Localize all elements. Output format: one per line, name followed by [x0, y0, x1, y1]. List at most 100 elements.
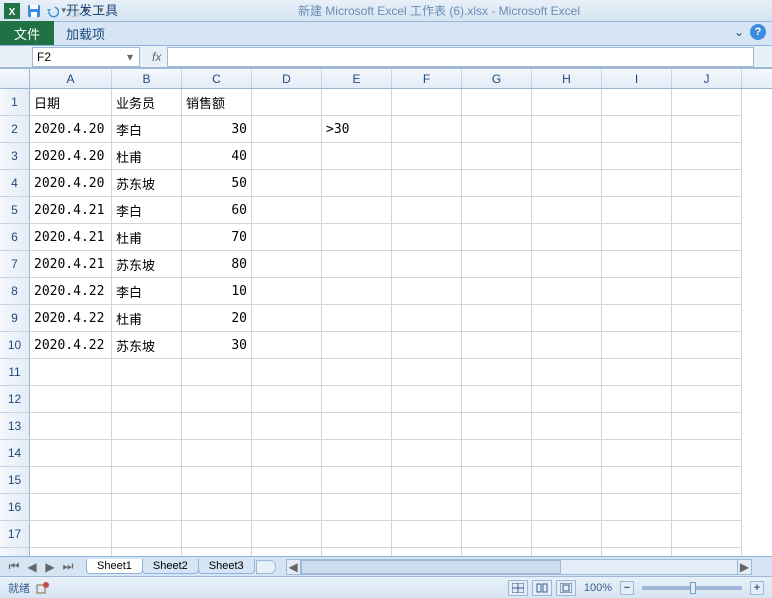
cell-E7[interactable] — [322, 251, 392, 278]
ribbon-tab-7[interactable]: 开发工具 — [54, 0, 130, 21]
cell-F8[interactable] — [392, 278, 462, 305]
cell-A9[interactable]: 2020.4.22 — [30, 305, 112, 332]
help-icon[interactable]: ? — [750, 24, 766, 40]
cell-J17[interactable] — [672, 521, 742, 548]
name-box[interactable]: F2 ▾ — [32, 47, 140, 67]
cell-G15[interactable] — [462, 467, 532, 494]
cell-G10[interactable] — [462, 332, 532, 359]
cell-C4[interactable]: 50 — [182, 170, 252, 197]
cell-E6[interactable] — [322, 224, 392, 251]
cell-I14[interactable] — [602, 440, 672, 467]
cell-I18[interactable] — [602, 548, 672, 556]
cell-I9[interactable] — [602, 305, 672, 332]
cell-D17[interactable] — [252, 521, 322, 548]
column-header-G[interactable]: G — [462, 69, 532, 88]
zoom-slider-thumb[interactable] — [690, 582, 696, 594]
cell-I13[interactable] — [602, 413, 672, 440]
cell-J2[interactable] — [672, 116, 742, 143]
cell-C6[interactable]: 70 — [182, 224, 252, 251]
cell-I8[interactable] — [602, 278, 672, 305]
cell-I15[interactable] — [602, 467, 672, 494]
cell-G17[interactable] — [462, 521, 532, 548]
cell-B12[interactable] — [112, 386, 182, 413]
row-header-8[interactable]: 8 — [0, 278, 30, 305]
row-header-2[interactable]: 2 — [0, 116, 30, 143]
column-header-H[interactable]: H — [532, 69, 602, 88]
cell-F13[interactable] — [392, 413, 462, 440]
cell-B18[interactable] — [112, 548, 182, 556]
cell-J8[interactable] — [672, 278, 742, 305]
row-header-5[interactable]: 5 — [0, 197, 30, 224]
cell-C14[interactable] — [182, 440, 252, 467]
row-header-7[interactable]: 7 — [0, 251, 30, 278]
cell-H7[interactable] — [532, 251, 602, 278]
save-button[interactable] — [24, 2, 44, 20]
cell-E12[interactable] — [322, 386, 392, 413]
cell-F6[interactable] — [392, 224, 462, 251]
row-header-15[interactable]: 15 — [0, 467, 30, 494]
horizontal-scrollbar[interactable]: ◀ ▶ — [286, 559, 752, 575]
cell-J11[interactable] — [672, 359, 742, 386]
cell-E11[interactable] — [322, 359, 392, 386]
zoom-value[interactable]: 100% — [584, 582, 612, 594]
cell-G13[interactable] — [462, 413, 532, 440]
cell-C18[interactable] — [182, 548, 252, 556]
macro-record-icon[interactable] — [36, 581, 50, 595]
cell-B5[interactable]: 李白 — [112, 197, 182, 224]
view-pagebreak-button[interactable] — [556, 580, 576, 596]
cell-G8[interactable] — [462, 278, 532, 305]
cell-G5[interactable] — [462, 197, 532, 224]
cell-C13[interactable] — [182, 413, 252, 440]
select-all-corner[interactable] — [0, 69, 30, 88]
cell-C17[interactable] — [182, 521, 252, 548]
cell-D11[interactable] — [252, 359, 322, 386]
cell-D14[interactable] — [252, 440, 322, 467]
cell-I11[interactable] — [602, 359, 672, 386]
hscroll-left[interactable]: ◀ — [287, 560, 301, 574]
cell-A8[interactable]: 2020.4.22 — [30, 278, 112, 305]
sheet-nav-last[interactable]: ⏭ — [60, 559, 76, 575]
cell-E10[interactable] — [322, 332, 392, 359]
cell-C3[interactable]: 40 — [182, 143, 252, 170]
column-header-E[interactable]: E — [322, 69, 392, 88]
zoom-out-button[interactable]: − — [620, 581, 634, 595]
cell-A17[interactable] — [30, 521, 112, 548]
cell-D4[interactable] — [252, 170, 322, 197]
row-header-6[interactable]: 6 — [0, 224, 30, 251]
cell-H6[interactable] — [532, 224, 602, 251]
cell-G4[interactable] — [462, 170, 532, 197]
cell-E3[interactable] — [322, 143, 392, 170]
name-box-dropdown[interactable]: ▾ — [123, 50, 137, 64]
cell-I6[interactable] — [602, 224, 672, 251]
cell-D15[interactable] — [252, 467, 322, 494]
column-header-J[interactable]: J — [672, 69, 742, 88]
cell-J3[interactable] — [672, 143, 742, 170]
row-header-11[interactable]: 11 — [0, 359, 30, 386]
cell-J5[interactable] — [672, 197, 742, 224]
cell-F9[interactable] — [392, 305, 462, 332]
cell-I2[interactable] — [602, 116, 672, 143]
cell-D1[interactable] — [252, 89, 322, 116]
cell-H8[interactable] — [532, 278, 602, 305]
view-normal-button[interactable] — [508, 580, 528, 596]
cell-H12[interactable] — [532, 386, 602, 413]
cell-C2[interactable]: 30 — [182, 116, 252, 143]
cell-A12[interactable] — [30, 386, 112, 413]
cell-C16[interactable] — [182, 494, 252, 521]
row-header-4[interactable]: 4 — [0, 170, 30, 197]
file-tab[interactable]: 文件 — [0, 21, 54, 45]
cell-J16[interactable] — [672, 494, 742, 521]
sheet-tab-sheet1[interactable]: Sheet1 — [86, 559, 143, 574]
cell-H14[interactable] — [532, 440, 602, 467]
cell-E2[interactable]: >30 — [322, 116, 392, 143]
cell-E4[interactable] — [322, 170, 392, 197]
cell-D10[interactable] — [252, 332, 322, 359]
cell-D3[interactable] — [252, 143, 322, 170]
cell-J13[interactable] — [672, 413, 742, 440]
cell-B17[interactable] — [112, 521, 182, 548]
cell-F16[interactable] — [392, 494, 462, 521]
zoom-slider[interactable] — [642, 586, 742, 590]
formula-input[interactable] — [167, 47, 754, 67]
cell-F10[interactable] — [392, 332, 462, 359]
sheet-nav-prev[interactable]: ◀ — [24, 559, 40, 575]
